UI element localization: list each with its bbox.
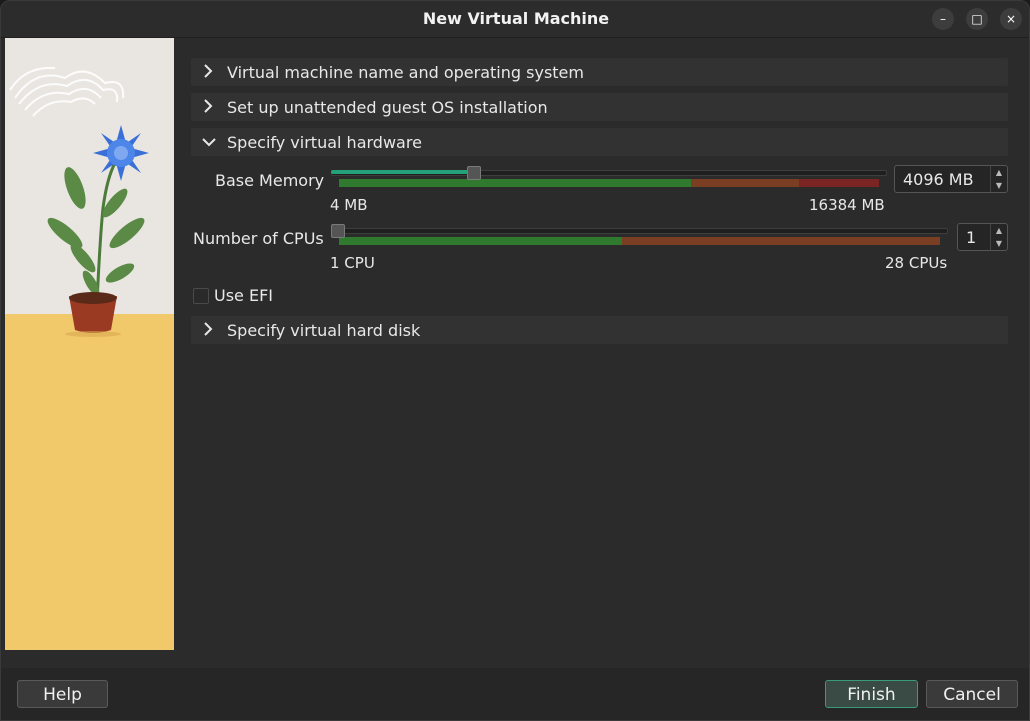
close-button[interactable]: × (1000, 8, 1022, 30)
memory-min-label: 4 MB (330, 196, 368, 214)
cancel-button[interactable]: Cancel (926, 680, 1018, 708)
use-efi-label[interactable]: Use EFI (214, 286, 273, 305)
base-memory-value: 4096 MB (903, 170, 974, 189)
spin-up-icon[interactable]: ▲ (991, 224, 1007, 237)
chevron-right-icon (204, 322, 213, 336)
wizard-illustration (5, 38, 174, 650)
cpu-min-label: 1 CPU (330, 254, 375, 272)
section-hard-disk[interactable]: Specify virtual hard disk (191, 316, 1008, 344)
safe-range (339, 179, 692, 187)
danger-range (799, 179, 879, 187)
new-vm-dialog: New Virtual Machine – □ × Virtual machin… (0, 0, 1030, 721)
help-button[interactable]: Help (17, 680, 108, 708)
warning-range (622, 237, 940, 245)
section-unattended-label: Set up unattended guest OS installation (227, 98, 548, 117)
cpu-max-label: 28 CPUs (885, 254, 948, 272)
chevron-down-icon (202, 138, 216, 147)
slider-handle[interactable] (331, 224, 345, 238)
base-memory-slider[interactable] (331, 166, 887, 194)
wizard-content: Virtual machine name and operating syste… (191, 58, 1008, 658)
slider-handle[interactable] (467, 166, 481, 180)
slider-range-bar (339, 237, 940, 245)
warning-range (691, 179, 800, 187)
section-hardware-label: Specify virtual hardware (227, 133, 422, 152)
button-bar: Help Finish Cancel (1, 668, 1029, 720)
memory-max-label: 16384 MB (809, 196, 885, 214)
cpu-count-spinbox[interactable]: 1 ▲ ▼ (957, 223, 1008, 251)
safe-range (339, 237, 623, 245)
chevron-right-icon (204, 99, 213, 113)
slider-range-bar (339, 179, 879, 187)
minimize-button[interactable]: – (932, 8, 954, 30)
spin-arrows[interactable]: ▲ ▼ (990, 166, 1007, 192)
spin-up-icon[interactable]: ▲ (991, 166, 1007, 179)
section-hard-disk-label: Specify virtual hard disk (227, 321, 421, 340)
slider-track (331, 228, 948, 234)
section-hardware[interactable]: Specify virtual hardware (191, 128, 1008, 156)
slider-fill (331, 170, 473, 174)
use-efi-checkbox[interactable] (193, 288, 209, 304)
base-memory-spinbox[interactable]: 4096 MB ▲ ▼ (894, 165, 1008, 193)
title-bar: New Virtual Machine – □ × (1, 1, 1029, 38)
maximize-button[interactable]: □ (966, 8, 988, 30)
section-unattended[interactable]: Set up unattended guest OS installation (191, 93, 1008, 121)
chevron-right-icon (204, 64, 213, 78)
spin-arrows[interactable]: ▲ ▼ (990, 224, 1007, 250)
cpu-count-slider[interactable] (331, 224, 948, 252)
window-title: New Virtual Machine (422, 9, 610, 28)
spin-down-icon[interactable]: ▼ (991, 237, 1007, 250)
base-memory-label: Base Memory (215, 171, 325, 190)
cpu-count-label: Number of CPUs (193, 229, 324, 248)
section-name-os-label: Virtual machine name and operating syste… (227, 63, 584, 82)
cpu-count-value: 1 (966, 228, 977, 247)
section-name-os[interactable]: Virtual machine name and operating syste… (191, 58, 1008, 86)
finish-button[interactable]: Finish (825, 680, 918, 708)
spin-down-icon[interactable]: ▼ (991, 179, 1007, 192)
